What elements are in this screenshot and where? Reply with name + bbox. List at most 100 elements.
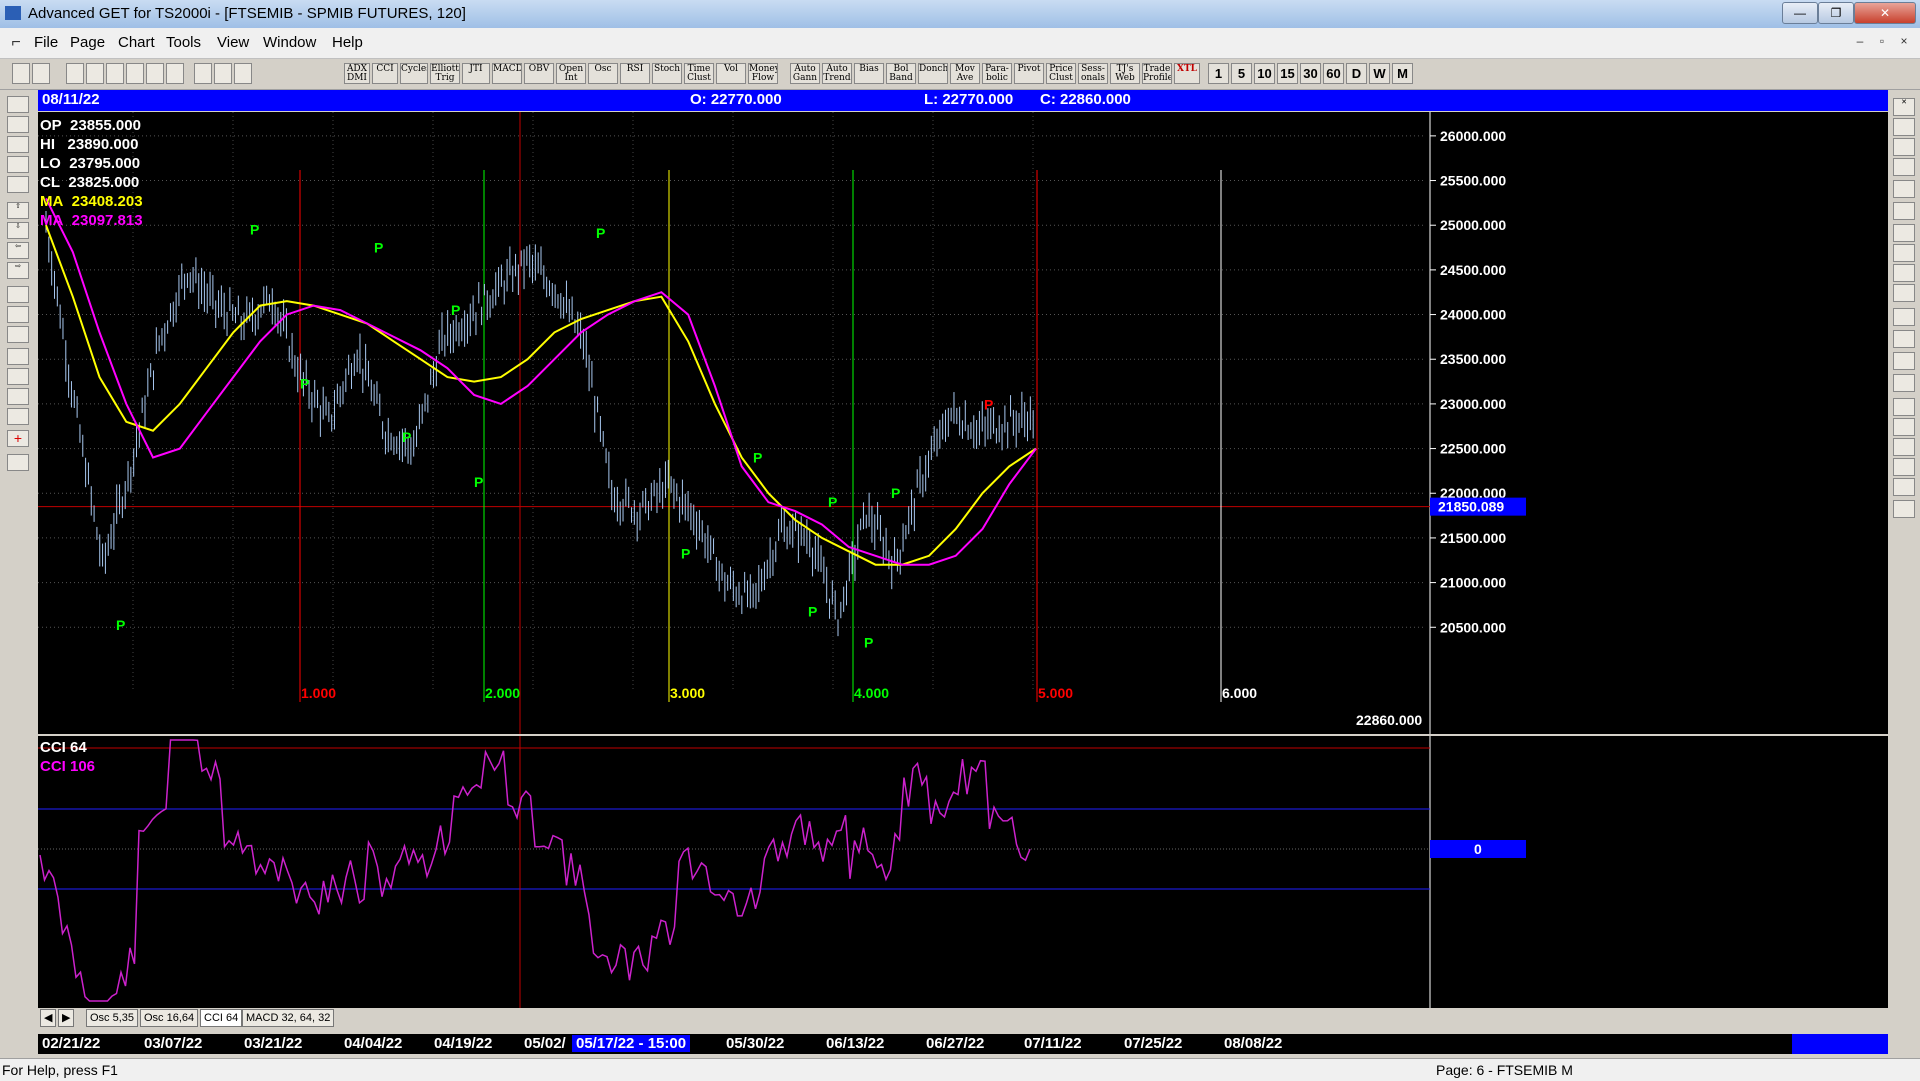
study-tool-icon[interactable] — [7, 156, 29, 173]
study-cycles[interactable]: Cycles — [400, 63, 428, 84]
sheet-icon[interactable] — [1893, 478, 1915, 496]
new-icon[interactable] — [66, 63, 84, 84]
layout-icon[interactable] — [166, 63, 184, 84]
study-vol[interactable]: Vol — [716, 63, 746, 84]
pencil-icon[interactable] — [1893, 418, 1915, 436]
study-rsi[interactable]: RSI — [620, 63, 650, 84]
context-help-icon[interactable] — [234, 63, 252, 84]
study-open-int[interactable]: Open Int — [556, 63, 586, 84]
open-icon[interactable] — [86, 63, 104, 84]
tab-prev-button[interactable]: ◀ — [40, 1009, 57, 1027]
link-icon[interactable] — [126, 63, 144, 84]
erase-tool-icon[interactable] — [1893, 244, 1915, 262]
study-auto-trend[interactable]: Auto Trend — [822, 63, 852, 84]
tab-osc-5-35[interactable]: Osc 5,35 — [86, 1009, 139, 1027]
interval-daily[interactable]: D — [1346, 63, 1367, 84]
interval-60[interactable]: 60 — [1323, 63, 1344, 84]
line-tool-icon[interactable] — [1893, 138, 1915, 156]
study-cci[interactable]: CCI — [372, 63, 398, 84]
elliott-wave-icon[interactable] — [7, 176, 29, 193]
tab-osc-16-64[interactable]: Osc 16,64 — [140, 1009, 199, 1027]
doc-icon[interactable]: ⌐ — [8, 34, 24, 52]
study-pivot[interactable]: Pivot — [1014, 63, 1044, 84]
crosshair-icon[interactable]: + — [7, 430, 29, 447]
study-mov-ave[interactable]: Mov Ave — [950, 63, 980, 84]
study-money-flow[interactable]: Money Flow — [748, 63, 778, 84]
scroll-down-icon[interactable]: ⇩ — [7, 222, 29, 239]
study-bol-band[interactable]: Bol Band — [886, 63, 916, 84]
dollar-icon[interactable] — [1893, 458, 1915, 476]
grid-icon[interactable] — [146, 63, 164, 84]
box-tool-icon[interactable] — [7, 348, 29, 365]
menu-help[interactable]: Help — [332, 34, 363, 51]
interval-1[interactable]: 1 — [1208, 63, 1229, 84]
elliott-tool-icon[interactable] — [7, 116, 29, 133]
save-tool-icon[interactable] — [7, 454, 29, 471]
menu-tools[interactable]: Tools — [166, 34, 201, 51]
study-trade-profile[interactable]: Trade Profile — [1142, 63, 1172, 84]
compress-tool-icon[interactable] — [7, 326, 29, 343]
fib-tool-icon[interactable] — [7, 408, 29, 425]
maximize-button[interactable]: ❐ — [1818, 2, 1854, 24]
wheel-tool-icon[interactable] — [1893, 224, 1915, 242]
lines-tool-icon[interactable] — [7, 368, 29, 385]
print-tool-icon[interactable] — [7, 96, 29, 113]
fib-extension-icon[interactable] — [1893, 180, 1915, 198]
study-xtl[interactable]: XTL — [1174, 63, 1200, 84]
calculator-icon[interactable] — [1893, 438, 1915, 456]
gann-tool-icon[interactable] — [7, 388, 29, 405]
menu-page[interactable]: Page — [70, 34, 105, 51]
interval-10[interactable]: 10 — [1254, 63, 1275, 84]
study-osc[interactable]: Osc — [588, 63, 618, 84]
menu-view[interactable]: View — [217, 34, 249, 51]
interval-30[interactable]: 30 — [1300, 63, 1321, 84]
study-elliott[interactable]: Elliott Trig — [430, 63, 460, 84]
quote-icon[interactable] — [32, 63, 50, 84]
fib-time-icon[interactable] — [1893, 202, 1915, 220]
pen-tool-icon[interactable] — [1893, 118, 1915, 136]
tab-next-button[interactable]: ▶ — [58, 1009, 75, 1027]
study-seasonals[interactable]: Sess- onals — [1078, 63, 1108, 84]
tab-cci-64[interactable]: CCI 64 — [200, 1009, 243, 1027]
mdi-maximize-button[interactable]: ▫ — [1874, 34, 1890, 48]
price-chart[interactable]: 26000.000 25500.000 25000.000 24500.000 2400… — [38, 112, 1888, 734]
study-adx[interactable]: ADX DMI — [344, 63, 370, 84]
interval-weekly[interactable]: W — [1369, 63, 1390, 84]
study-bias[interactable]: Bias — [854, 63, 884, 84]
interval-monthly[interactable]: M — [1392, 63, 1413, 84]
reset-tool-icon[interactable] — [7, 136, 29, 153]
study-jti[interactable]: JTI — [462, 63, 490, 84]
menu-window[interactable]: Window — [263, 34, 316, 51]
text-tool-icon[interactable] — [1893, 374, 1915, 392]
fib-retrace-icon[interactable] — [1893, 158, 1915, 176]
mob-tool-icon[interactable] — [1893, 352, 1915, 370]
copy-icon[interactable] — [106, 63, 124, 84]
scroll-left-icon[interactable]: ⇦ — [7, 242, 29, 259]
interval-15[interactable]: 15 — [1277, 63, 1298, 84]
close-button[interactable]: ✕ — [1854, 2, 1916, 24]
cci-panel[interactable]: 0 CCI 64 CCI 106 — [38, 736, 1888, 1008]
study-time-clust[interactable]: Time Clust — [684, 63, 714, 84]
study-price-clust[interactable]: Price Clust — [1046, 63, 1076, 84]
study-macd[interactable]: MACD — [492, 63, 522, 84]
cci-chart[interactable]: 0 — [38, 736, 1888, 1008]
minimize-button[interactable]: — — [1782, 2, 1818, 24]
menu-chart[interactable]: Chart — [118, 34, 155, 51]
box-draw-icon[interactable] — [1893, 264, 1915, 282]
help-icon[interactable] — [214, 63, 232, 84]
grid-tool-icon[interactable] — [1893, 330, 1915, 348]
study-stoch[interactable]: Stoch — [652, 63, 682, 84]
scroll-up-icon[interactable]: ⇧ — [7, 202, 29, 219]
study-tj-web[interactable]: TJ's Web — [1110, 63, 1140, 84]
scroll-right-icon[interactable]: ⇨ — [7, 262, 29, 279]
bars-tool-icon[interactable] — [7, 286, 29, 303]
magnify-icon[interactable] — [1893, 398, 1915, 416]
study-donch[interactable]: Donch — [918, 63, 948, 84]
study-auto-gann[interactable]: Auto Gann — [790, 63, 820, 84]
ellipse-tool-icon[interactable] — [1893, 284, 1915, 302]
u-tool-icon[interactable] — [1893, 500, 1915, 518]
mdi-close-button[interactable]: × — [1896, 34, 1912, 48]
pti-tool-icon[interactable] — [1893, 308, 1915, 326]
study-parabolic[interactable]: Para- bolic — [982, 63, 1012, 84]
mdi-minimize-button[interactable]: – — [1852, 34, 1868, 48]
